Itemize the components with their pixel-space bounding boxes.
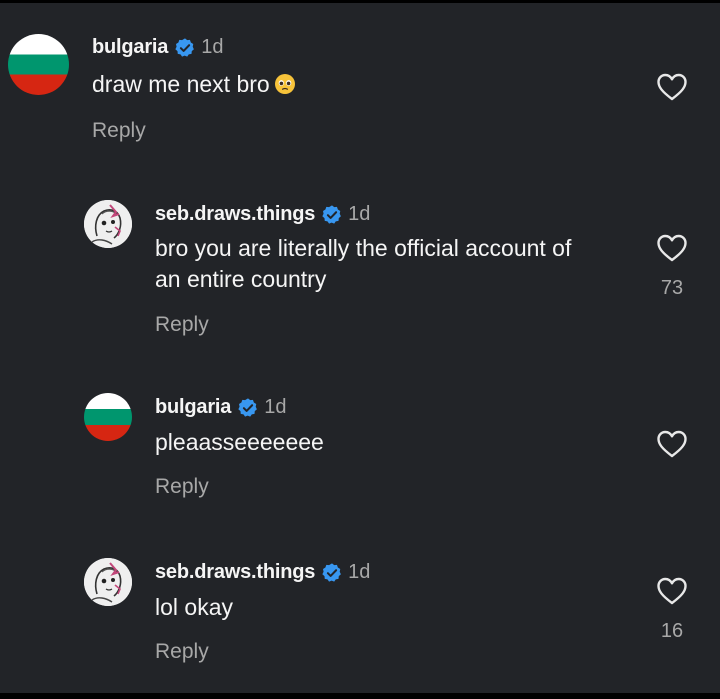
comment-header: seb.draws.things 1d	[155, 203, 370, 226]
like-button[interactable]	[655, 72, 689, 102]
like-count: 73	[660, 277, 684, 299]
comment-header: bulgaria 1d	[155, 396, 286, 419]
username[interactable]: bulgaria	[155, 396, 231, 419]
reply-button[interactable]: Reply	[92, 119, 146, 143]
timestamp: 1d	[201, 36, 224, 58]
heart-icon	[657, 234, 687, 262]
reply-button[interactable]: Reply	[155, 313, 209, 337]
heart-icon	[657, 430, 687, 458]
comments-panel: bulgaria 1d draw me next bro Reply seb.d…	[0, 3, 720, 693]
like-count: 16	[660, 620, 684, 642]
like-button[interactable]	[655, 233, 689, 263]
comment-header: bulgaria 1d	[92, 36, 223, 59]
avatar[interactable]	[84, 200, 132, 248]
avatar[interactable]	[84, 393, 132, 441]
comment-text: pleaasseeeeeee	[155, 429, 324, 455]
comment-text: lol okay	[155, 594, 233, 620]
comment-text-line: an entire country	[155, 266, 327, 292]
pleading-face-icon	[274, 73, 296, 95]
timestamp: 1d	[348, 203, 371, 225]
heart-icon	[657, 577, 687, 605]
comment-text: bro you are literally the official accou…	[155, 233, 571, 295]
comment-text-content: draw me next bro	[92, 71, 270, 97]
like-button[interactable]	[655, 576, 689, 606]
avatar[interactable]	[84, 558, 132, 606]
avatar[interactable]	[8, 34, 69, 95]
reply-button[interactable]: Reply	[155, 640, 209, 664]
sketch-portrait-icon	[84, 200, 132, 248]
username[interactable]: seb.draws.things	[155, 561, 315, 584]
verified-badge-icon	[321, 562, 343, 584]
heart-icon	[657, 73, 687, 101]
comment-text: draw me next bro	[92, 69, 296, 100]
sketch-portrait-icon	[84, 558, 132, 606]
username[interactable]: bulgaria	[92, 36, 168, 59]
like-button[interactable]	[655, 429, 689, 459]
timestamp: 1d	[348, 561, 371, 583]
verified-badge-icon	[237, 397, 259, 419]
reply-button[interactable]: Reply	[155, 475, 209, 499]
comment-header: seb.draws.things 1d	[155, 561, 370, 584]
timestamp: 1d	[264, 396, 287, 418]
username[interactable]: seb.draws.things	[155, 203, 315, 226]
verified-badge-icon	[321, 204, 343, 226]
comment-text-line: bro you are literally the official accou…	[155, 235, 572, 261]
verified-badge-icon	[174, 37, 196, 59]
